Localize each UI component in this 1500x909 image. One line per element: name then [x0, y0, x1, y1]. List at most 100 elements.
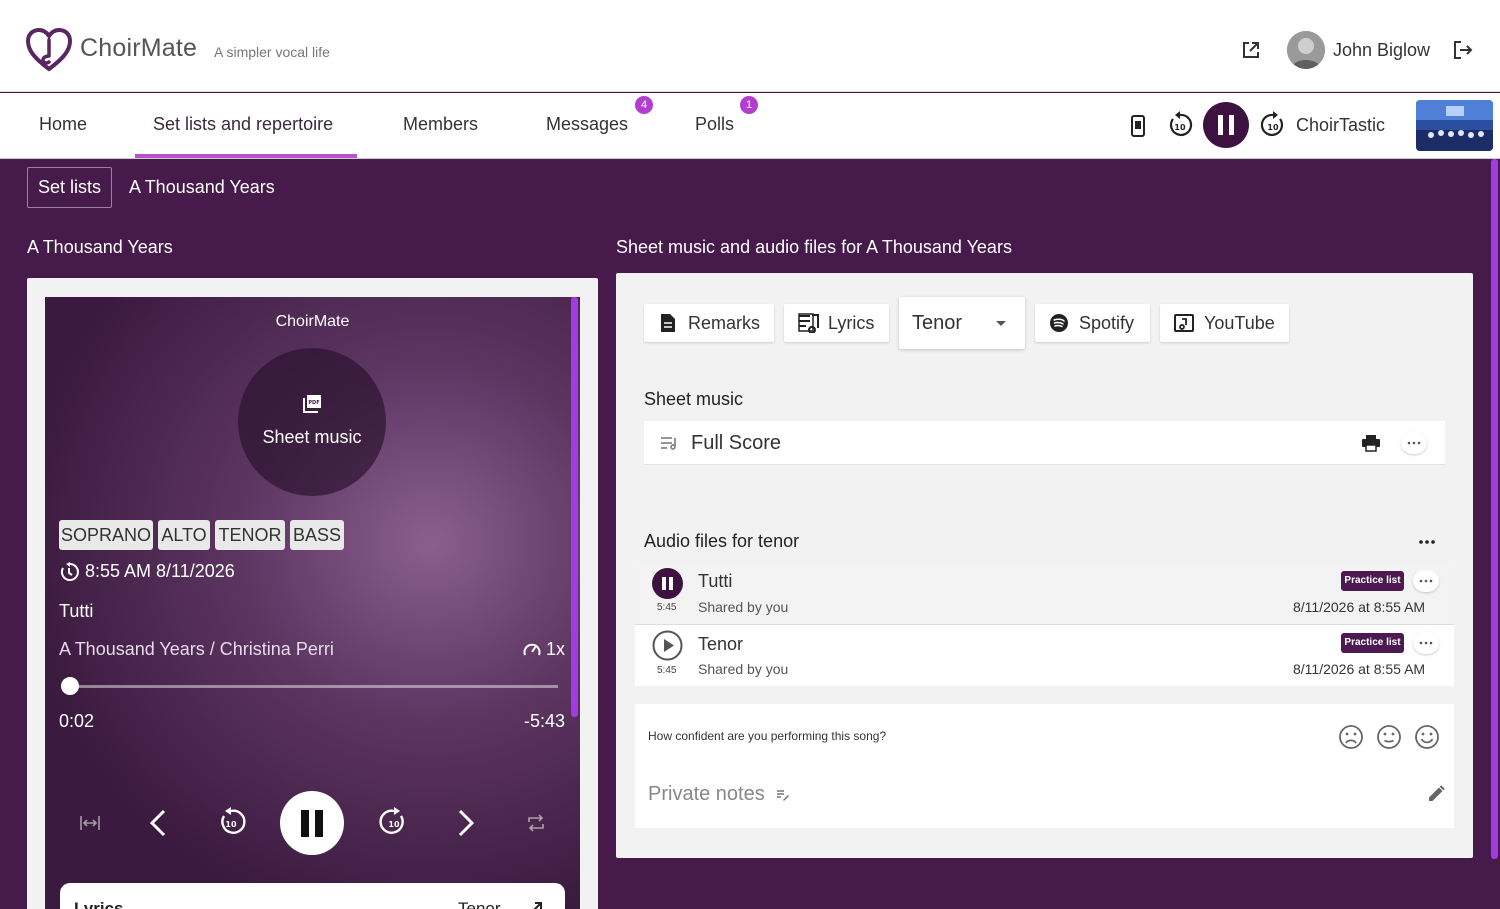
rewind-10-icon[interactable]: 10	[216, 807, 246, 837]
tab-polls[interactable]: Polls	[695, 93, 734, 159]
choir-thumbnail[interactable]	[1416, 100, 1493, 151]
brand-name: ChoirMate	[80, 34, 198, 62]
remarks-button[interactable]: Remarks	[644, 304, 774, 342]
spotify-button[interactable]: Spotify	[1035, 304, 1150, 342]
right-section-title: Sheet music and audio files for A Thousa…	[616, 237, 1012, 257]
neutral-face-icon[interactable]	[1376, 724, 1402, 750]
main-nav: Home Set lists and repertoire Members Me…	[0, 93, 1500, 159]
audio-duration: 5:45	[657, 602, 677, 613]
avatar[interactable]	[1287, 31, 1325, 69]
open-external-icon[interactable]	[1241, 40, 1261, 60]
user-name[interactable]: John Biglow	[1333, 40, 1430, 61]
remarks-label: Remarks	[688, 313, 761, 333]
audio-pause-button[interactable]	[652, 568, 683, 599]
voice-select-value: Tenor	[912, 312, 963, 334]
confidence-notes-card: How confident are you performing this so…	[635, 704, 1454, 828]
playback-speed[interactable]: 1x	[546, 639, 565, 660]
practice-list-badge[interactable]: Practice list	[1341, 571, 1404, 591]
tab-members[interactable]: Members	[403, 93, 478, 159]
choirmate-logo-icon[interactable]	[26, 28, 72, 72]
audio-shared-by: Shared by you	[698, 661, 789, 677]
svg-text:PDF: PDF	[308, 400, 319, 406]
voice-chip-alto[interactable]: ALTO	[158, 520, 210, 550]
lyrics-card-label: Lyrics	[74, 899, 124, 909]
logout-icon[interactable]	[1452, 39, 1474, 61]
progress-thumb[interactable]	[61, 677, 79, 695]
audio-row-tenor[interactable]: 5:45 Tenor Shared by you Practice list 8…	[635, 625, 1454, 687]
happy-face-icon[interactable]	[1414, 724, 1440, 750]
sheet-music-row[interactable]: Full Score	[644, 421, 1445, 465]
youtube-button[interactable]: YouTube	[1160, 304, 1289, 342]
audio-row-more-button[interactable]	[1413, 570, 1439, 592]
previous-icon[interactable]	[148, 809, 168, 837]
dropdown-arrow-icon	[996, 321, 1006, 326]
audio-row-tutti[interactable]: 5:45 Tutti Shared by you Practice list 8…	[635, 562, 1454, 624]
pdf-icon: PDF	[303, 395, 321, 413]
mini-pause-button[interactable]	[1203, 102, 1249, 148]
voice-chip-bass[interactable]: BASS	[290, 520, 344, 550]
page-scrollbar[interactable]	[1491, 159, 1498, 859]
forward-10-icon[interactable]: 10	[379, 807, 409, 837]
rewind-10-icon[interactable]: 10	[1166, 111, 1194, 139]
audio-name[interactable]: Tutti	[698, 571, 732, 592]
audio-date: 8/11/2026 at 8:55 AM	[1293, 661, 1426, 677]
next-icon[interactable]	[456, 809, 476, 837]
player-title: ChoirMate	[275, 313, 350, 330]
voice-chip-tenor[interactable]: TENOR	[215, 520, 285, 550]
set-lists-back-button[interactable]: Set lists	[27, 167, 112, 208]
progress-track[interactable]	[67, 685, 558, 688]
audio-shared-by: Shared by you	[698, 599, 789, 615]
history-icon	[60, 562, 79, 581]
repeat-icon[interactable]	[526, 813, 546, 833]
score-name[interactable]: Full Score	[691, 432, 781, 455]
playlist-icon	[661, 437, 676, 450]
audio-player: ChoirMate PDF Sheet music SOPRANO ALTO T…	[45, 297, 580, 909]
forward-10-icon[interactable]: 10	[1259, 111, 1287, 139]
expand-icon[interactable]	[530, 900, 544, 909]
track-timestamp: 8:55 AM 8/11/2026	[85, 561, 235, 581]
lyrics-button[interactable]: Lyrics	[784, 304, 889, 342]
remaining-time: -5:43	[524, 711, 566, 731]
lyrics-card[interactable]: Lyrics Tenor	[60, 883, 565, 909]
more-icon	[1419, 579, 1433, 583]
print-icon[interactable]	[1361, 434, 1381, 452]
youtube-label: YouTube	[1204, 313, 1275, 333]
audio-date: 8/11/2026 at 8:55 AM	[1293, 599, 1426, 615]
audio-name[interactable]: Tenor	[698, 634, 743, 655]
sheet-music-label[interactable]: Sheet music	[238, 427, 386, 448]
svg-text:10: 10	[1267, 123, 1279, 132]
svg-text:10: 10	[225, 820, 237, 829]
tab-messages[interactable]: Messages	[546, 93, 628, 159]
audio-play-icon[interactable]	[652, 630, 683, 661]
pencil-icon[interactable]	[1426, 784, 1446, 804]
document-icon	[661, 314, 675, 332]
spotify-icon	[1050, 314, 1068, 332]
tab-set-lists[interactable]: Set lists and repertoire	[153, 93, 333, 159]
sad-face-icon[interactable]	[1338, 724, 1364, 750]
voice-select[interactable]: Tenor	[899, 297, 1025, 349]
sheet-music-disc[interactable]	[238, 348, 386, 496]
lyrics-label: Lyrics	[828, 313, 875, 333]
sheet-music-heading: Sheet music	[644, 389, 744, 409]
loop-range-icon[interactable]	[79, 814, 101, 832]
play-pause-button[interactable]	[280, 791, 344, 855]
player-scrollbar[interactable]	[571, 297, 578, 717]
spotify-label: Spotify	[1079, 313, 1135, 333]
tab-home[interactable]: Home	[39, 93, 87, 159]
audio-more-icon[interactable]	[1416, 533, 1438, 549]
choir-name[interactable]: ChoirTastic	[1296, 115, 1385, 136]
audio-row-more-button[interactable]	[1413, 632, 1439, 654]
speed-gauge-icon[interactable]	[523, 641, 541, 657]
practice-list-badge[interactable]: Practice list	[1341, 633, 1404, 653]
song-line: A Thousand Years / Christina Perri	[59, 639, 334, 659]
score-more-button[interactable]	[1401, 432, 1427, 454]
tagline: A simpler vocal life	[214, 44, 330, 60]
voice-chip-soprano[interactable]: SOPRANO	[59, 520, 153, 550]
private-notes-placeholder[interactable]: Private notes	[648, 783, 765, 806]
notes-edit-icon	[777, 790, 789, 801]
phone-icon[interactable]	[1130, 115, 1146, 137]
more-icon	[1419, 641, 1433, 645]
lyrics-card-voice: Tenor	[458, 899, 501, 909]
svg-text:10: 10	[388, 820, 400, 829]
audio-duration: 5:45	[657, 665, 677, 676]
